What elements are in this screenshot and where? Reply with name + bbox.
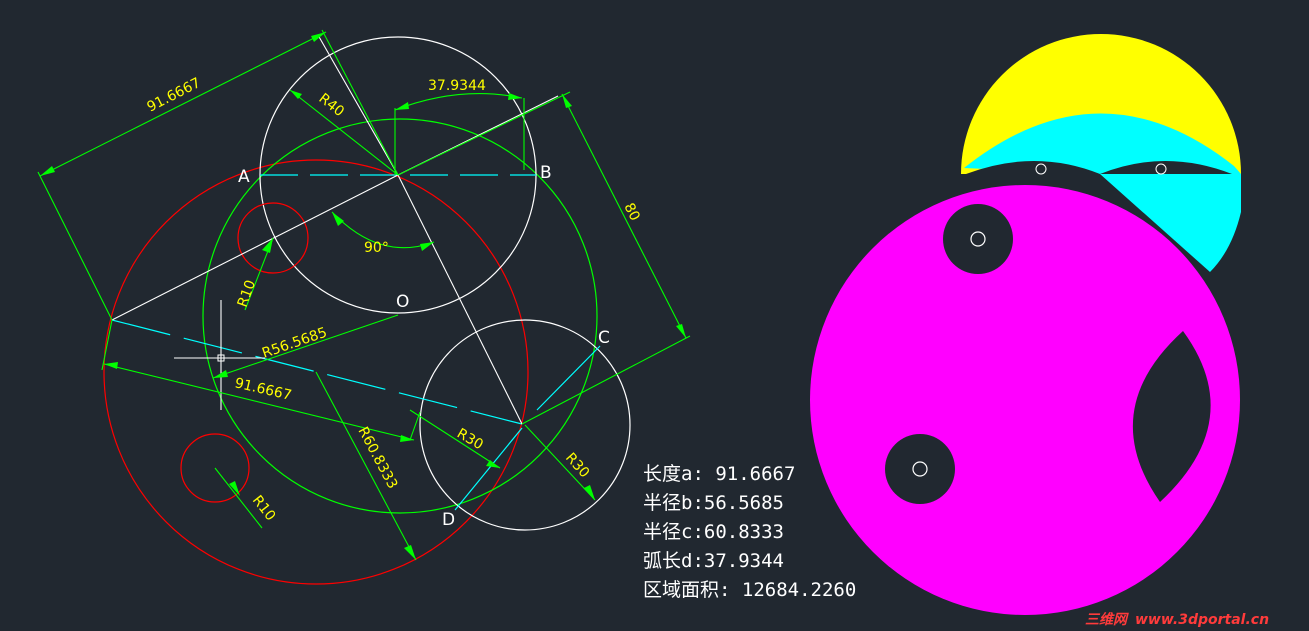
dim-arc-length bbox=[394, 93, 523, 111]
arrow-r60 bbox=[404, 545, 416, 560]
point-label-a: A bbox=[238, 167, 250, 187]
result-radius-c: 半径c:60.8333 bbox=[643, 521, 784, 543]
dim-bottom-ext-left bbox=[101, 319, 113, 371]
cad-drawing-canvas: 91.6667 R40 37.9344 80 90° R10 R56.5685 … bbox=[37, 29, 1269, 628]
point-label-o: O bbox=[396, 292, 409, 312]
hole-upper bbox=[943, 204, 1013, 274]
watermark: 三维网 www.3dportal.cn bbox=[1085, 611, 1269, 628]
line-left-to-center bbox=[111, 174, 399, 321]
dim-r30-right-text: R30 bbox=[562, 450, 592, 481]
watermark-url: www.3dportal.cn bbox=[1135, 612, 1269, 628]
dim-80-text: 80 bbox=[620, 201, 642, 224]
arrow-80-top bbox=[562, 94, 572, 108]
arrow-arc-left bbox=[395, 102, 409, 110]
dim-80-ext-bottom bbox=[521, 335, 691, 425]
arrow-80-bottom bbox=[676, 324, 686, 338]
result-radius-b: 半径b:56.5685 bbox=[643, 492, 784, 514]
point-label-c: C bbox=[598, 328, 610, 348]
dim-r60-line bbox=[315, 371, 417, 561]
arrow-arc-right bbox=[508, 93, 522, 100]
chord-cd-upper bbox=[536, 345, 601, 411]
point-label-d: D bbox=[442, 510, 455, 530]
line-center-to-bottom bbox=[397, 174, 523, 425]
dim-r56-text: R56.5685 bbox=[260, 325, 329, 362]
arrow-r10-upper bbox=[262, 238, 273, 253]
filled-region bbox=[810, 34, 1241, 615]
dim-80-line bbox=[561, 93, 687, 339]
result-arc-d: 弧长d:37.9344 bbox=[643, 550, 784, 572]
dim-top-length-line bbox=[39, 31, 327, 177]
arrow-r30-right bbox=[584, 485, 595, 500]
point-label-b: B bbox=[540, 163, 552, 183]
watermark-prefix: 三维网 bbox=[1085, 611, 1129, 628]
dim-r10-upper-text: R10 bbox=[235, 278, 259, 309]
dim-top-ext-left bbox=[37, 171, 113, 321]
dim-r40-text: R40 bbox=[316, 91, 348, 121]
arrow-top-length-left bbox=[40, 166, 55, 176]
arrow-r30-left bbox=[486, 460, 500, 468]
result-area: 区域面积: 12684.2260 bbox=[643, 579, 856, 601]
arrow-top-length-right bbox=[311, 32, 326, 42]
arrow-angle-left bbox=[332, 212, 344, 226]
dim-arc-length-text: 37.9344 bbox=[428, 78, 486, 94]
construction-drawing: 91.6667 R40 37.9344 80 90° R10 R56.5685 … bbox=[37, 29, 691, 585]
hole-lower bbox=[885, 434, 955, 504]
dim-bottom-length-text: 91.6667 bbox=[233, 375, 293, 404]
dim-angle-text: 90° bbox=[364, 240, 389, 256]
results-panel: 长度a: 91.6667 半径b:56.5685 半径c:60.8333 弧长d… bbox=[643, 463, 856, 601]
result-length-a: 长度a: 91.6667 bbox=[643, 463, 795, 485]
arrow-angle-right bbox=[420, 242, 434, 251]
dim-bottom-ext-right bbox=[409, 411, 421, 441]
dim-r10-lower-text: R10 bbox=[249, 493, 279, 525]
dim-top-length-text: 91.6667 bbox=[145, 75, 204, 116]
arrow-bottom-length-left bbox=[104, 362, 118, 369]
